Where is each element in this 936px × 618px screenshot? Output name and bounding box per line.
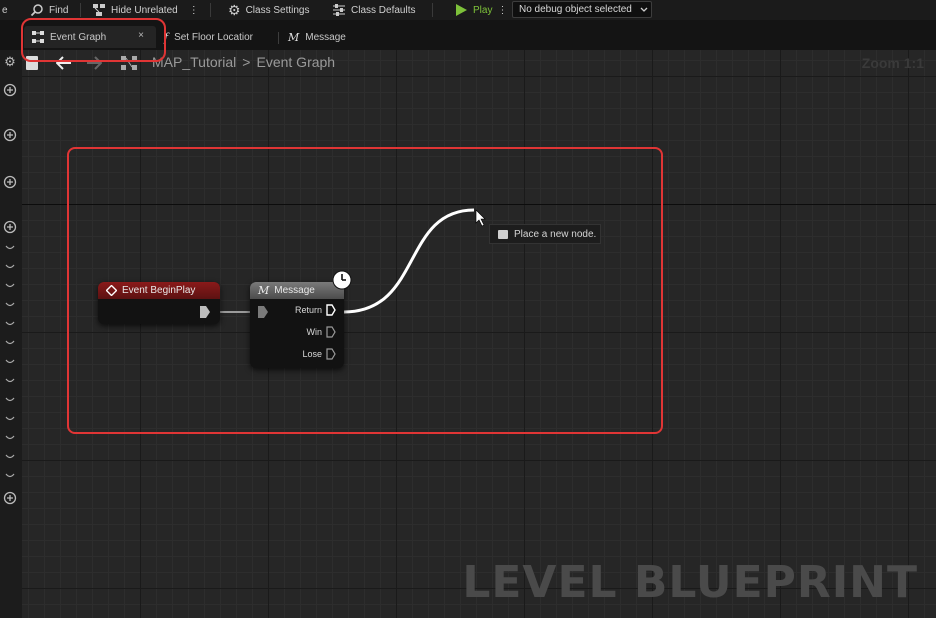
tab-label: Message <box>305 31 346 43</box>
play-label: Play <box>473 4 493 16</box>
find-icon <box>30 4 43 17</box>
chevron-down-icon[interactable] <box>2 449 18 465</box>
highlight-box <box>21 18 166 62</box>
add-icon[interactable] <box>2 490 18 506</box>
tab-message[interactable]: M Message <box>288 26 346 48</box>
chevron-down-icon[interactable] <box>2 297 18 313</box>
hide-unrelated-label: Hide Unrelated <box>111 4 178 16</box>
add-icon[interactable] <box>2 174 18 190</box>
add-icon[interactable] <box>2 219 18 235</box>
tab-divider <box>278 32 279 44</box>
left-side-panel: ⚙ <box>0 50 22 618</box>
debug-object-selector[interactable]: No debug object selected <box>512 1 652 18</box>
chevron-down-icon[interactable] <box>2 430 18 446</box>
chevron-down-icon[interactable] <box>2 240 18 256</box>
find-label: Find <box>49 4 69 16</box>
tab-label: Set Floor Locatior <box>174 31 254 43</box>
toolbar-divider <box>210 3 211 17</box>
more-options-icon[interactable]: ⋮ <box>189 5 199 16</box>
gear-icon: ⚙ <box>228 1 241 18</box>
play-button[interactable]: Play ⋮ <box>454 0 507 20</box>
find-button[interactable]: Find <box>30 0 68 20</box>
chevron-down-icon[interactable] <box>2 468 18 484</box>
gear-icon[interactable]: ⚙ <box>2 54 18 70</box>
toolbar-overflow[interactable]: e <box>2 0 8 20</box>
chevron-down-icon[interactable] <box>2 373 18 389</box>
hide-unrelated-icon <box>93 4 105 16</box>
class-defaults-button[interactable]: Class Defaults <box>332 0 415 20</box>
chevron-down-icon[interactable] <box>2 392 18 408</box>
tab-set-floor-location[interactable]: f Set Floor Locatior <box>164 26 253 48</box>
add-icon[interactable] <box>2 127 18 143</box>
chevron-down-icon[interactable] <box>2 278 18 294</box>
chevron-down-icon[interactable] <box>2 316 18 332</box>
class-settings-label: Class Settings <box>245 4 310 16</box>
add-icon[interactable] <box>2 82 18 98</box>
main-toolbar: e Find Hide Unrelated ⋮ ⚙ Class Settings… <box>0 0 936 20</box>
chevron-down-icon[interactable] <box>2 335 18 351</box>
play-icon <box>456 4 467 16</box>
hide-unrelated-button[interactable]: Hide Unrelated ⋮ <box>92 0 199 20</box>
debug-object-value: No debug object selected <box>519 4 632 15</box>
toolbar-divider <box>432 3 433 17</box>
chevron-down-icon <box>640 7 648 12</box>
macro-icon: M <box>288 30 300 44</box>
class-defaults-icon <box>333 4 345 16</box>
chevron-down-icon[interactable] <box>2 411 18 427</box>
chevron-down-icon[interactable] <box>2 259 18 275</box>
class-defaults-label: Class Defaults <box>351 4 416 16</box>
play-options-icon[interactable]: ⋮ <box>497 5 507 16</box>
toolbar-divider <box>80 3 81 17</box>
level-blueprint-watermark: LEVEL BLUEPRINT <box>462 557 918 608</box>
highlight-box <box>67 147 663 434</box>
chevron-down-icon[interactable] <box>2 354 18 370</box>
class-settings-button[interactable]: ⚙ Class Settings <box>228 0 309 20</box>
